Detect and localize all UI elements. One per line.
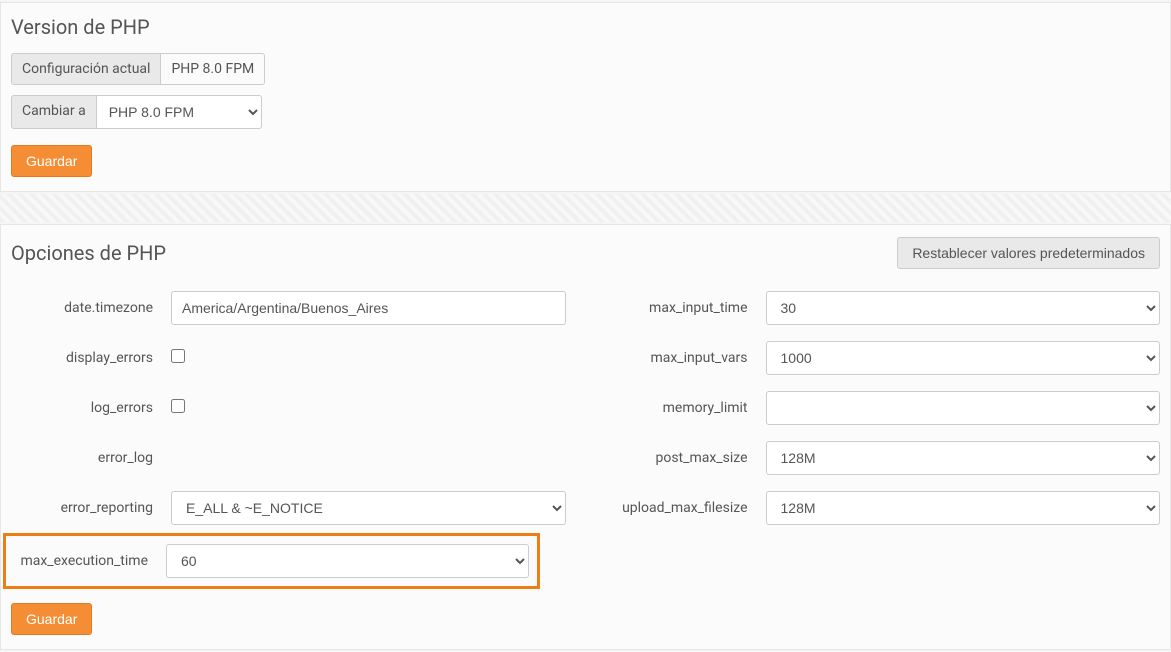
row-max-execution-time: max_execution_time 60	[3, 533, 540, 589]
options-left-column: date.timezone display_errors log_errors …	[11, 283, 566, 589]
label-date-timezone: date.timezone	[11, 300, 171, 316]
checkbox-display-errors[interactable]	[171, 349, 185, 363]
label-display-errors: display_errors	[11, 350, 171, 366]
current-config-value: PHP 8.0 FPM	[161, 53, 265, 85]
options-right-column: max_input_time 30 max_input_vars 1000 me…	[606, 283, 1161, 589]
row-log-errors: log_errors	[11, 383, 566, 433]
label-max-execution-time: max_execution_time	[14, 553, 166, 569]
row-memory-limit: memory_limit	[606, 383, 1161, 433]
label-error-log: error_log	[11, 450, 171, 466]
save-options-button[interactable]: Guardar	[11, 603, 92, 635]
label-post-max-size: post_max_size	[606, 450, 766, 466]
label-upload-max-filesize: upload_max_filesize	[606, 500, 766, 516]
php-options-panel: Opciones de PHP Restablecer valores pred…	[0, 224, 1171, 650]
input-date-timezone[interactable]	[171, 291, 566, 325]
row-post-max-size: post_max_size 128M	[606, 433, 1161, 483]
php-version-select[interactable]: PHP 8.0 FPM	[97, 95, 262, 129]
row-max-input-vars: max_input_vars 1000	[606, 333, 1161, 383]
label-max-input-time: max_input_time	[606, 300, 766, 316]
select-max-input-time[interactable]: 30	[766, 291, 1161, 325]
php-version-panel: Version de PHP Configuración actual PHP …	[0, 2, 1171, 192]
label-log-errors: log_errors	[11, 400, 171, 416]
change-to-label: Cambiar a	[11, 95, 97, 129]
row-max-input-time: max_input_time 30	[606, 283, 1161, 333]
select-post-max-size[interactable]: 128M	[766, 441, 1161, 475]
change-to-group: Cambiar a PHP 8.0 FPM	[11, 95, 262, 129]
select-max-input-vars[interactable]: 1000	[766, 341, 1161, 375]
label-memory-limit: memory_limit	[606, 400, 766, 416]
current-config-group: Configuración actual PHP 8.0 FPM	[11, 53, 265, 85]
save-version-button[interactable]: Guardar	[11, 145, 92, 177]
row-display-errors: display_errors	[11, 333, 566, 383]
select-upload-max-filesize[interactable]: 128M	[766, 491, 1161, 525]
row-upload-max-filesize: upload_max_filesize 128M	[606, 483, 1161, 533]
label-max-input-vars: max_input_vars	[606, 350, 766, 366]
version-title: Version de PHP	[11, 15, 1160, 39]
row-error-reporting: error_reporting E_ALL & ~E_NOTICE	[11, 483, 566, 533]
reset-defaults-button[interactable]: Restablecer valores predeterminados	[897, 237, 1160, 269]
row-error-log: error_log	[11, 433, 566, 483]
select-max-execution-time[interactable]: 60	[166, 544, 529, 578]
label-error-reporting: error_reporting	[11, 500, 171, 516]
select-memory-limit[interactable]	[766, 391, 1161, 425]
section-divider	[0, 194, 1171, 222]
row-date-timezone: date.timezone	[11, 283, 566, 333]
current-config-label: Configuración actual	[11, 53, 161, 85]
checkbox-log-errors[interactable]	[171, 399, 185, 413]
select-error-reporting[interactable]: E_ALL & ~E_NOTICE	[171, 491, 566, 525]
options-title: Opciones de PHP	[11, 241, 166, 265]
